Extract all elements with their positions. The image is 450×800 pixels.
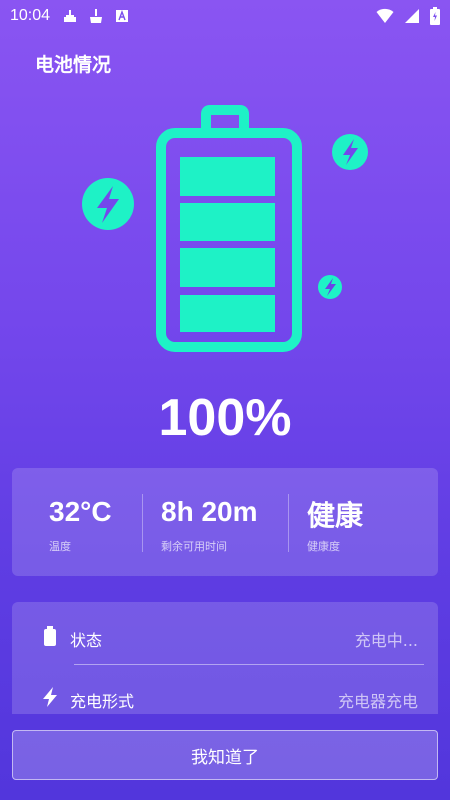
battery-cell (180, 203, 275, 241)
bolt-icon-small (318, 275, 342, 299)
info-value: 充电中... (354, 631, 418, 650)
info-label: 充电形式 (70, 692, 135, 711)
info-row-charge-type: 充电形式 充电器充电 (12, 668, 438, 714)
stat-value: 8h 20m (161, 496, 258, 527)
stat-divider (288, 494, 289, 552)
battery-full-icon (156, 105, 302, 352)
signal-icon (405, 9, 419, 23)
stat-value: 健康 (307, 499, 364, 532)
battery-illustration (82, 105, 368, 352)
stat-label: 健康度 (307, 540, 340, 553)
battery-cell (180, 248, 275, 287)
stat-value: 32°C (49, 496, 112, 527)
bolt-icon (43, 687, 57, 707)
font-icon (116, 10, 129, 22)
stats-card: 32°C 温度 8h 20m 剩余可用时间 健康 健康度 (12, 468, 438, 576)
broom-icon (90, 9, 103, 23)
confirm-button[interactable]: 我知道了 (12, 730, 438, 780)
page-title: 电池情况 (35, 54, 112, 76)
battery-cell (180, 157, 275, 196)
battery-cell (180, 295, 275, 332)
stat-label: 温度 (49, 540, 71, 553)
stat-label: 剩余可用时间 (161, 540, 227, 553)
info-label: 状态 (70, 631, 103, 650)
battery-percent: 100% (158, 389, 292, 447)
info-row-status: 状态 充电中... (12, 607, 438, 663)
wifi-icon (376, 8, 394, 23)
bolt-icon-large (82, 178, 134, 230)
battery-small-icon (44, 626, 56, 646)
battery-icon (430, 7, 440, 25)
stat-divider (142, 494, 143, 552)
status-bar: 10:04 (0, 0, 450, 32)
bolt-icon-medium (332, 134, 368, 170)
info-value: 充电器充电 (337, 692, 418, 711)
status-time: 10:04 (10, 7, 51, 24)
info-divider (74, 664, 424, 665)
cleaner-icon (64, 10, 77, 22)
info-card: 状态 充电中... 充电形式 充电器充电 (12, 602, 438, 714)
